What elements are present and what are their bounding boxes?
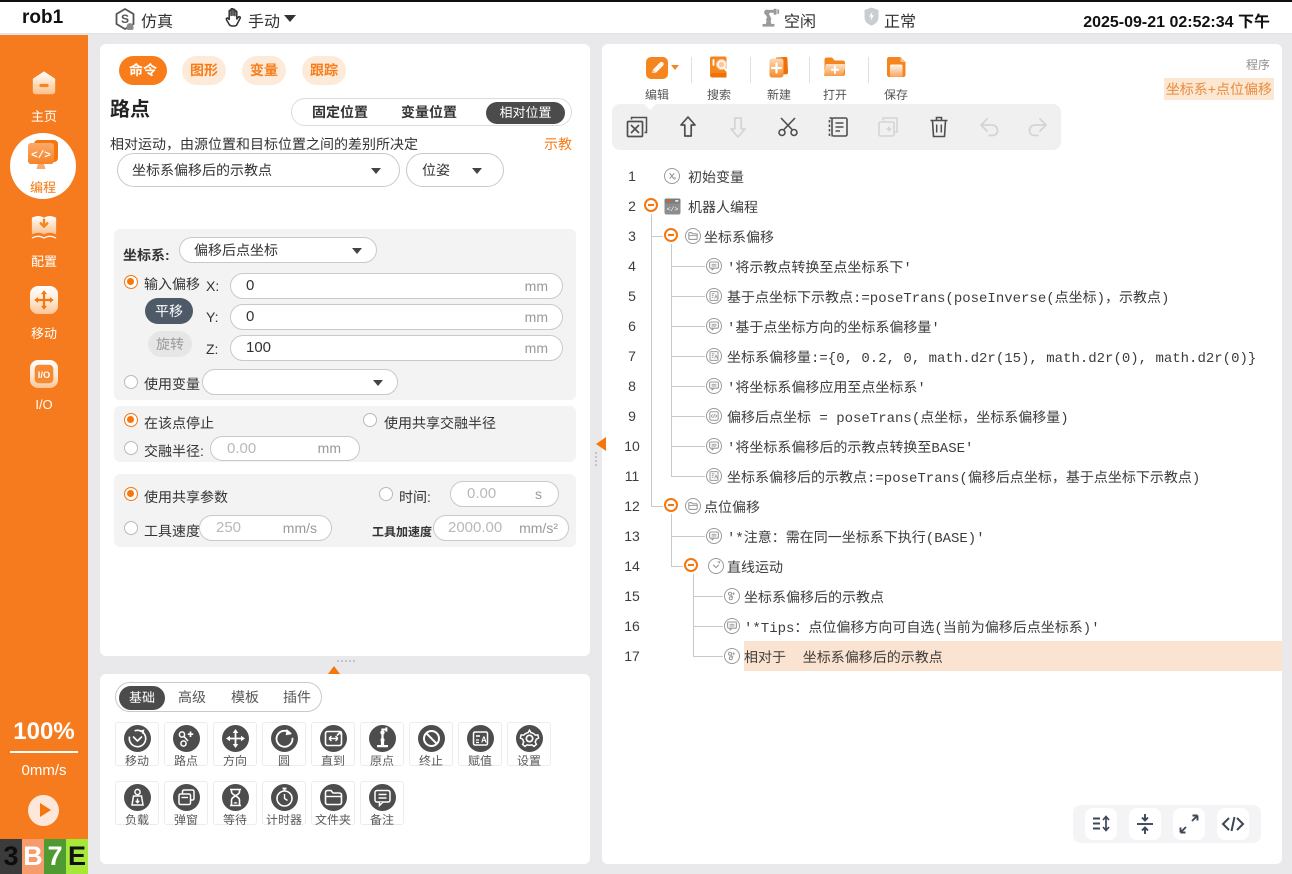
svg-text:</>: </> xyxy=(667,206,679,213)
svg-text:A: A xyxy=(481,736,487,745)
svg-text:I/O: I/O xyxy=(38,370,50,380)
svg-text:</>: </> xyxy=(31,150,51,162)
